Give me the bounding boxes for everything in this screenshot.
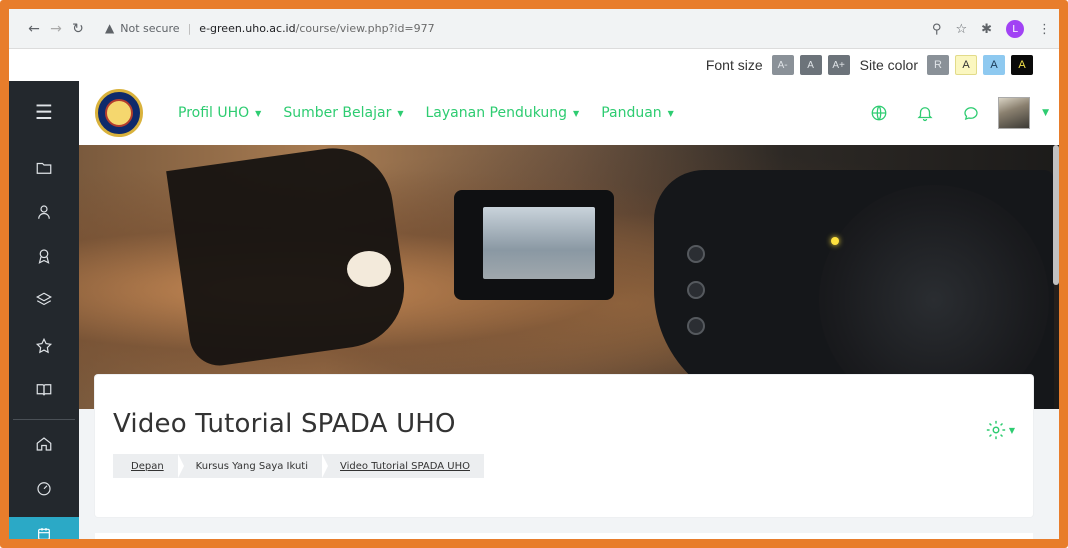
banner-camera-knob	[687, 281, 705, 299]
zoom-icon[interactable]: ⚲	[932, 22, 942, 37]
url-separator: |	[187, 21, 192, 35]
back-icon[interactable]: ←	[23, 18, 45, 40]
screenshot-frame: ← → ↻ ▲ Not secure | e-green.uho.ac.id/c…	[0, 0, 1068, 548]
dashboard-icon[interactable]	[9, 473, 79, 503]
caret-down-icon: ▼	[667, 108, 674, 118]
browser-menu-icon[interactable]: ⋮	[1038, 22, 1051, 37]
calendar-icon[interactable]	[9, 517, 79, 539]
profile-avatar[interactable]: L	[1006, 20, 1024, 38]
caret-down-icon: ▼	[397, 108, 404, 118]
book-icon[interactable]	[9, 375, 79, 405]
breadcrumb-label: Depan	[131, 460, 164, 472]
chat-icon[interactable]	[948, 104, 994, 122]
layers-icon[interactable]	[9, 285, 79, 315]
breadcrumb-item-kursus[interactable]: Kursus Yang Saya Ikuti	[178, 454, 329, 478]
bookmark-star-icon[interactable]: ☆	[955, 22, 967, 37]
badge-icon[interactable]	[9, 241, 79, 271]
menu-profil-uho[interactable]: Profil UHO ▼	[178, 105, 261, 121]
sidebar-divider	[13, 419, 75, 420]
logo-emblem	[105, 99, 133, 127]
hamburger-icon[interactable]: ☰	[9, 81, 79, 143]
menu-sumber-belajar[interactable]: Sumber Belajar ▼	[283, 105, 403, 121]
gear-icon	[986, 420, 1006, 440]
menu-panduan[interactable]: Panduan ▼	[601, 105, 674, 121]
color-yellow-button[interactable]: A	[955, 55, 977, 75]
caret-down-icon[interactable]: ▼	[1042, 108, 1049, 118]
security-label: Not secure	[120, 21, 180, 35]
address-bar[interactable]: ▲ Not secure | e-green.uho.ac.id/course/…	[105, 15, 905, 41]
breadcrumb-item-depan[interactable]: Depan	[113, 454, 184, 478]
browser-actions: ⚲ ☆ ✱ L ⋮	[932, 9, 1051, 49]
bell-icon[interactable]	[902, 104, 948, 122]
url-text: e-green.uho.ac.id/course/view.php?id=977	[199, 22, 434, 35]
left-drawer: ☰	[9, 81, 79, 539]
course-settings-menu[interactable]: ▼	[985, 419, 1015, 441]
breadcrumb-item-course[interactable]: Video Tutorial SPADA UHO	[322, 454, 484, 478]
breadcrumb-label: Video Tutorial SPADA UHO	[340, 460, 470, 472]
color-black-button[interactable]: A	[1011, 55, 1033, 75]
accessibility-bar: Font size A- A A+ Site color R A A A	[9, 49, 1059, 81]
navbar-actions: ▼	[856, 81, 1059, 145]
menu-label: Layanan Pendukung	[425, 105, 568, 121]
url-path: /course/view.php?id=977	[295, 21, 435, 35]
breadcrumb: Depan Kursus Yang Saya Ikuti Video Tutor…	[113, 454, 484, 478]
font-decrease-button[interactable]: A-	[771, 55, 794, 75]
url-host: e-green.uho.ac.id	[199, 21, 296, 35]
course-content-card	[95, 533, 1033, 539]
banner-camera-knob	[687, 245, 705, 263]
breadcrumb-label: Kursus Yang Saya Ikuti	[195, 460, 309, 472]
university-logo[interactable]	[95, 89, 143, 137]
banner-camera-led	[831, 237, 839, 245]
caret-down-icon: ▼	[573, 108, 580, 118]
forward-icon[interactable]: →	[45, 18, 67, 40]
caret-down-icon: ▼	[255, 108, 262, 118]
menu-label: Sumber Belajar	[283, 105, 392, 121]
folder-icon[interactable]	[9, 153, 79, 183]
font-reset-button[interactable]: A	[799, 55, 822, 75]
banner-camera-knob	[687, 317, 705, 335]
color-blue-button[interactable]: A	[983, 55, 1005, 75]
course-header: Video Tutorial SPADA UHO ▼ Depan Kursus …	[95, 375, 1033, 517]
participants-icon[interactable]	[9, 197, 79, 227]
globe-icon[interactable]	[856, 104, 902, 122]
browser-toolbar: ← → ↻ ▲ Not secure | e-green.uho.ac.id/c…	[9, 9, 1059, 49]
main-menu: Profil UHO ▼ Sumber Belajar ▼ Layanan Pend…	[178, 81, 674, 145]
page-scrollbar[interactable]	[1053, 145, 1059, 285]
caret-down-icon: ▼	[1008, 425, 1015, 435]
menu-label: Panduan	[601, 105, 662, 121]
menu-layanan-pendukung[interactable]: Layanan Pendukung ▼	[426, 105, 580, 121]
star-icon[interactable]	[9, 331, 79, 361]
menu-label: Profil UHO	[178, 105, 250, 121]
extensions-icon[interactable]: ✱	[981, 22, 992, 37]
color-reset-button[interactable]: R	[927, 55, 949, 75]
banner-camera-screen	[483, 207, 595, 279]
user-avatar[interactable]	[998, 97, 1031, 129]
font-increase-button[interactable]: A+	[827, 55, 850, 75]
page-title: Video Tutorial SPADA UHO	[113, 409, 456, 439]
font-size-label: Font size	[705, 57, 763, 73]
course-banner-image	[79, 145, 1059, 409]
reload-icon[interactable]: ↻	[67, 18, 89, 40]
warning-icon: ▲	[105, 21, 115, 35]
home-icon[interactable]	[9, 429, 79, 459]
site-color-label: Site color	[859, 57, 918, 73]
site-navbar: Profil UHO ▼ Sumber Belajar ▼ Layanan Pend…	[79, 81, 1059, 145]
banner-light-bokeh	[347, 251, 391, 287]
